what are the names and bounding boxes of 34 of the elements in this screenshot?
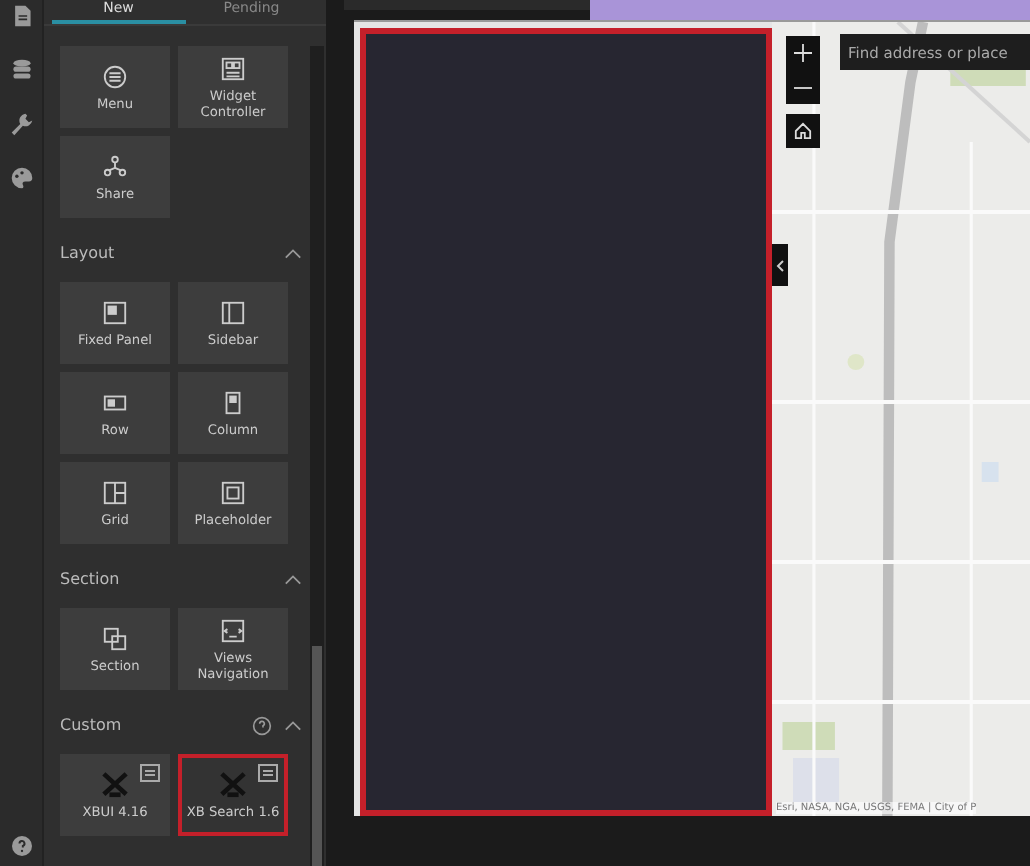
plus-icon bbox=[794, 44, 812, 62]
panel-icon bbox=[102, 299, 128, 325]
sidebar-icon bbox=[220, 299, 246, 325]
collapse-handle[interactable] bbox=[772, 244, 788, 286]
placeholder-icon bbox=[220, 479, 246, 505]
section-title: Layout bbox=[60, 244, 115, 262]
home-icon bbox=[794, 122, 812, 140]
minus-icon bbox=[794, 85, 812, 89]
zoom-out-button[interactable] bbox=[786, 70, 820, 104]
info-icon[interactable] bbox=[140, 764, 160, 782]
database-icon[interactable] bbox=[9, 58, 33, 82]
chevron-icon bbox=[776, 259, 784, 271]
share-icon bbox=[102, 153, 128, 179]
zoom-in-button[interactable] bbox=[786, 36, 820, 70]
x-logo-icon bbox=[220, 771, 246, 797]
help-icon[interactable] bbox=[11, 836, 31, 856]
chevron-icon[interactable] bbox=[284, 247, 302, 259]
list-icon bbox=[102, 63, 128, 89]
section-title: Section bbox=[60, 570, 120, 588]
grid-icon bbox=[102, 479, 128, 505]
x-logo-icon bbox=[102, 771, 128, 797]
grid-icon bbox=[220, 55, 246, 81]
section-title: Custom bbox=[60, 716, 122, 734]
page-icon[interactable] bbox=[9, 4, 33, 28]
home-button[interactable] bbox=[786, 114, 820, 148]
palette-icon[interactable] bbox=[9, 166, 33, 190]
scrollbar-thumb[interactable] bbox=[312, 646, 322, 866]
info-icon[interactable] bbox=[258, 764, 278, 782]
layers-icon bbox=[102, 625, 128, 651]
help-icon[interactable] bbox=[252, 715, 272, 735]
chevron-icon[interactable] bbox=[284, 719, 302, 731]
column-icon bbox=[220, 389, 246, 415]
chevron-icon[interactable] bbox=[284, 573, 302, 585]
wrench-icon[interactable] bbox=[9, 112, 33, 136]
